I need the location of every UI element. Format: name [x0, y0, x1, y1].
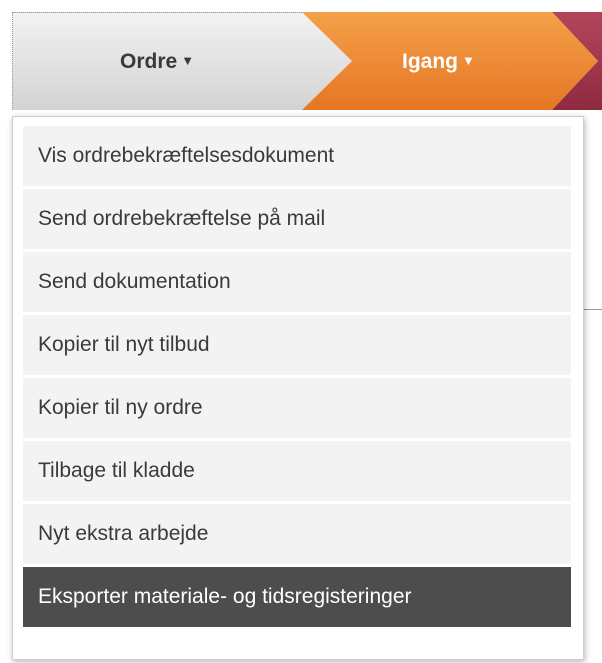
menu-item-tilbage-til-kladde[interactable]: Tilbage til kladde — [23, 441, 571, 501]
menu-item-send-dokumentation[interactable]: Send dokumentation — [23, 252, 571, 312]
menu-item-kopier-til-ny-ordre[interactable]: Kopier til ny ordre — [23, 378, 571, 438]
menu-item-vis-ordrebekraeftelsesdokument[interactable]: Vis ordrebekræftelsesdokument — [23, 126, 571, 186]
menu-item-kopier-til-nyt-tilbud[interactable]: Kopier til nyt tilbud — [23, 315, 571, 375]
status-breadcrumb: Ordre ▼ Igang ▼ — [12, 12, 602, 110]
ordre-label[interactable]: Ordre ▼ — [120, 12, 194, 110]
chevron-down-icon: ▼ — [462, 53, 475, 68]
igang-label-text: Igang — [402, 50, 458, 73]
menu-item-eksporter-registreringer[interactable]: Eksporter materiale- og tidsregisteringe… — [23, 567, 571, 627]
menu-item-send-ordrebekraeftelse-paa-mail[interactable]: Send ordrebekræftelse på mail — [23, 189, 571, 249]
ordre-label-text: Ordre — [120, 50, 178, 73]
menu-item-nyt-ekstra-arbejde[interactable]: Nyt ekstra arbejde — [23, 504, 571, 564]
ordre-dropdown-menu: Vis ordrebekræftelsesdokument Send ordre… — [12, 116, 584, 660]
igang-label[interactable]: Igang ▼ — [402, 12, 475, 110]
chevron-down-icon: ▼ — [181, 53, 195, 68]
divider — [584, 309, 602, 310]
